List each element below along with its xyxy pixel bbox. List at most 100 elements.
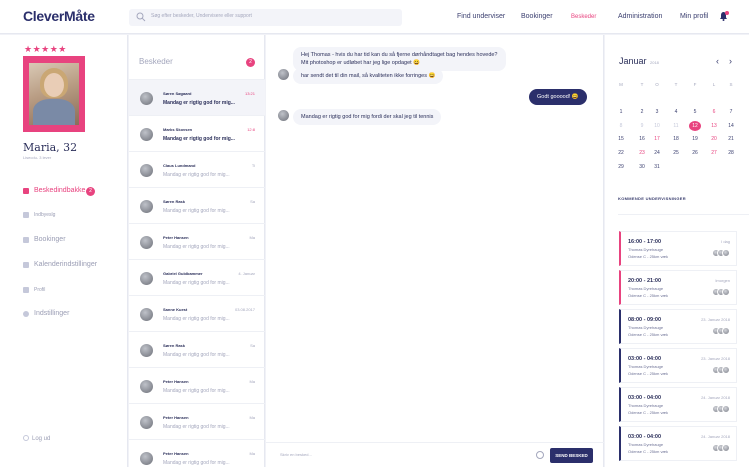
- calendar-day[interactable]: 19: [689, 134, 701, 144]
- sidebar-item-profile[interactable]: Profil: [23, 285, 123, 295]
- conversation-time: Ma: [249, 451, 255, 456]
- message-input[interactable]: Skriv en besked...: [280, 452, 312, 457]
- calendar-day[interactable]: 14: [725, 121, 737, 131]
- chevron-left-icon[interactable]: ‹: [716, 56, 719, 66]
- calendar-day[interactable]: 9: [636, 121, 648, 131]
- conversation-preview: Mandag er rigtig god for mig...: [163, 352, 230, 358]
- chevron-right-icon[interactable]: ›: [729, 56, 732, 66]
- calendar-day[interactable]: 1: [615, 107, 627, 117]
- sidebar-item-calendar-settings[interactable]: Kalenderindstillinger: [23, 260, 123, 270]
- conversation-item[interactable]: Peter Hansen Ma Mandag er rigtig god for m…: [129, 439, 265, 467]
- calendar-day[interactable]: 4: [670, 107, 682, 117]
- calendar-day[interactable]: 18: [670, 134, 682, 144]
- calendar-day[interactable]: 26: [689, 148, 701, 158]
- conversation-item[interactable]: Søren Rask Sa Mandag er rigtig god for mig…: [129, 187, 265, 223]
- conversation-time: Ma: [249, 235, 255, 240]
- lesson-card[interactable]: 08:00 - 09:00 23. Januar 2018 Thomas Dyreh…: [619, 309, 737, 344]
- calendar-day[interactable]: 7: [725, 107, 737, 117]
- weekday-label: L: [712, 82, 716, 87]
- calendar-day[interactable]: 25: [670, 148, 682, 158]
- calendar-day[interactable]: 24: [651, 148, 663, 158]
- nav-my-profile[interactable]: Min profil: [680, 13, 708, 20]
- conversation-item[interactable]: Søren Rask Sa Mandag er rigtig god for mig…: [129, 331, 265, 367]
- conversation-preview: Mandag er rigtig god for mig...: [163, 100, 235, 106]
- lesson-card[interactable]: 03:00 - 04:00 24. Januar 2018 Thomas Dyreh…: [619, 387, 737, 422]
- lesson-card[interactable]: 20:00 - 21:00 Imorgen Thomas Dyrehauge Oden…: [619, 270, 737, 305]
- lesson-time: 03:00 - 04:00: [628, 395, 662, 401]
- lesson-card[interactable]: 03:00 - 04:00 23. Januar 2018 Thomas Dyreh…: [619, 348, 737, 383]
- nav-bookings[interactable]: Bookinger: [521, 13, 553, 20]
- conversation-time: Ma: [249, 415, 255, 420]
- calendar-day[interactable]: 13: [708, 121, 720, 131]
- conversations-badge: 2: [246, 58, 255, 67]
- chat-panel: Hej Thomas - hvis du har tid kan du så f…: [266, 35, 604, 467]
- sidebar-item-label: Profil: [34, 287, 46, 293]
- conversation-list: Beskeder 2 Søren Søgaard 13:21 Mandag er r…: [129, 35, 265, 467]
- chat-message-out: Godt gooood! 😄: [529, 89, 587, 105]
- calendar-day[interactable]: 31: [651, 162, 663, 172]
- lesson-date: 24. Januar 2018: [701, 395, 730, 400]
- send-message-button[interactable]: SEND BESKED: [550, 448, 593, 463]
- calendar-day[interactable]: 28: [725, 148, 737, 158]
- calendar-day[interactable]: 6: [708, 107, 720, 117]
- conversation-item[interactable]: Peter Hansen Ma Mandag er rigtig god for m…: [129, 403, 265, 439]
- conversation-name: Søren Rask: [163, 199, 186, 204]
- conversation-preview: Mandag er rigtig god for mig...: [163, 172, 230, 178]
- calendar-day[interactable]: 10: [651, 121, 663, 131]
- conversation-item[interactable]: Marks Skovsen 12:8 Mandag er rigtig god fo…: [129, 115, 265, 151]
- calendar-day[interactable]: 27: [708, 148, 720, 158]
- calendar-day[interactable]: 16: [636, 134, 648, 144]
- profile-name: Maria, 32: [23, 141, 78, 154]
- search-input[interactable]: Søg efter beskeder, Undervisere eller su…: [151, 13, 252, 19]
- calendar-day[interactable]: 20: [708, 134, 720, 144]
- calendar-day-today[interactable]: 12: [689, 121, 701, 131]
- conversation-time: Sa: [250, 199, 255, 204]
- lesson-location: Odense C - 25km væk: [628, 449, 669, 454]
- lesson-location: Odense C - 25km væk: [628, 254, 669, 259]
- calendar-day[interactable]: 23: [636, 148, 648, 158]
- nav-administration[interactable]: Administration: [618, 13, 662, 20]
- profile-subtitle: Lisecdu- 3 lever: [23, 155, 52, 160]
- profile-photo: [23, 56, 85, 132]
- conversation-item[interactable]: Peter Hansen Ma Mandag er rigtig god for m…: [129, 223, 265, 259]
- lesson-card[interactable]: 03:00 - 04:00 24. Januar 2018 Thomas Dyreh…: [619, 426, 737, 461]
- lesson-location: Odense C - 25km væk: [628, 410, 669, 415]
- calendar-day[interactable]: 29: [615, 162, 627, 172]
- lesson-student: Thomas Dyrehauge: [628, 325, 664, 330]
- calendar-day[interactable]: 17: [651, 134, 663, 144]
- sidebar-item-bookings[interactable]: Bookinger: [23, 235, 123, 245]
- sidebar: ★★★★★ Maria, 32 Lisecdu- 3 lever Beskedi…: [0, 35, 128, 467]
- conversation-item[interactable]: Claus Lundmand Ti Mandag er rigtig god for…: [129, 151, 265, 187]
- lesson-time: 03:00 - 04:00: [628, 356, 662, 362]
- nav-messages[interactable]: Beskeder: [571, 14, 596, 20]
- calendar-day[interactable]: 21: [725, 134, 737, 144]
- sidebar-item-settings-general[interactable]: Indbyeslg: [23, 210, 123, 220]
- calendar-day[interactable]: 8: [615, 121, 627, 131]
- app-logo[interactable]: CleverMåte: [23, 8, 95, 24]
- lesson-date: Imorgen: [715, 278, 730, 283]
- calendar-day[interactable]: 15: [615, 134, 627, 144]
- calendar-day[interactable]: 3: [651, 107, 663, 117]
- emoji-icon[interactable]: [536, 451, 544, 459]
- calendar-day[interactable]: 30: [636, 162, 648, 172]
- sidebar-item-inbox[interactable]: Beskedindbakke 2: [23, 186, 123, 196]
- avatar: [140, 452, 153, 465]
- logout-link[interactable]: Log ud: [23, 435, 50, 442]
- search-box[interactable]: Søg efter beskeder, Undervisere eller su…: [129, 9, 402, 26]
- conversation-name: Marks Skovsen: [163, 127, 193, 132]
- nav-find-tutor[interactable]: Find underviser: [457, 13, 505, 20]
- calendar-day[interactable]: 11: [670, 121, 682, 131]
- avatar: [140, 380, 153, 393]
- conversation-item[interactable]: Peter Hansen Ma Mandag er rigtig god for m…: [129, 367, 265, 403]
- lesson-date: I dag: [721, 239, 730, 244]
- conversation-item[interactable]: Sanne Kuest 03.08.2017 Mandag er rigtig go…: [129, 295, 265, 331]
- sidebar-item-label: Indstillinger: [34, 310, 70, 317]
- calendar-day[interactable]: 2: [636, 107, 648, 117]
- conversation-item[interactable]: Gabriel Guldbammer 4. Januar Mandag er rig…: [129, 259, 265, 295]
- sidebar-item-settings[interactable]: Indstillinger: [23, 309, 123, 319]
- lesson-student: Thomas Dyrehauge: [628, 442, 664, 447]
- conversation-item[interactable]: Søren Søgaard 13:21 Mandag er rigtig god f…: [129, 79, 265, 115]
- calendar-day[interactable]: 22: [615, 148, 627, 158]
- lesson-card[interactable]: 16:00 - 17:00 I dag Thomas Dyrehauge Odense…: [619, 231, 737, 266]
- calendar-day[interactable]: 5: [689, 107, 701, 117]
